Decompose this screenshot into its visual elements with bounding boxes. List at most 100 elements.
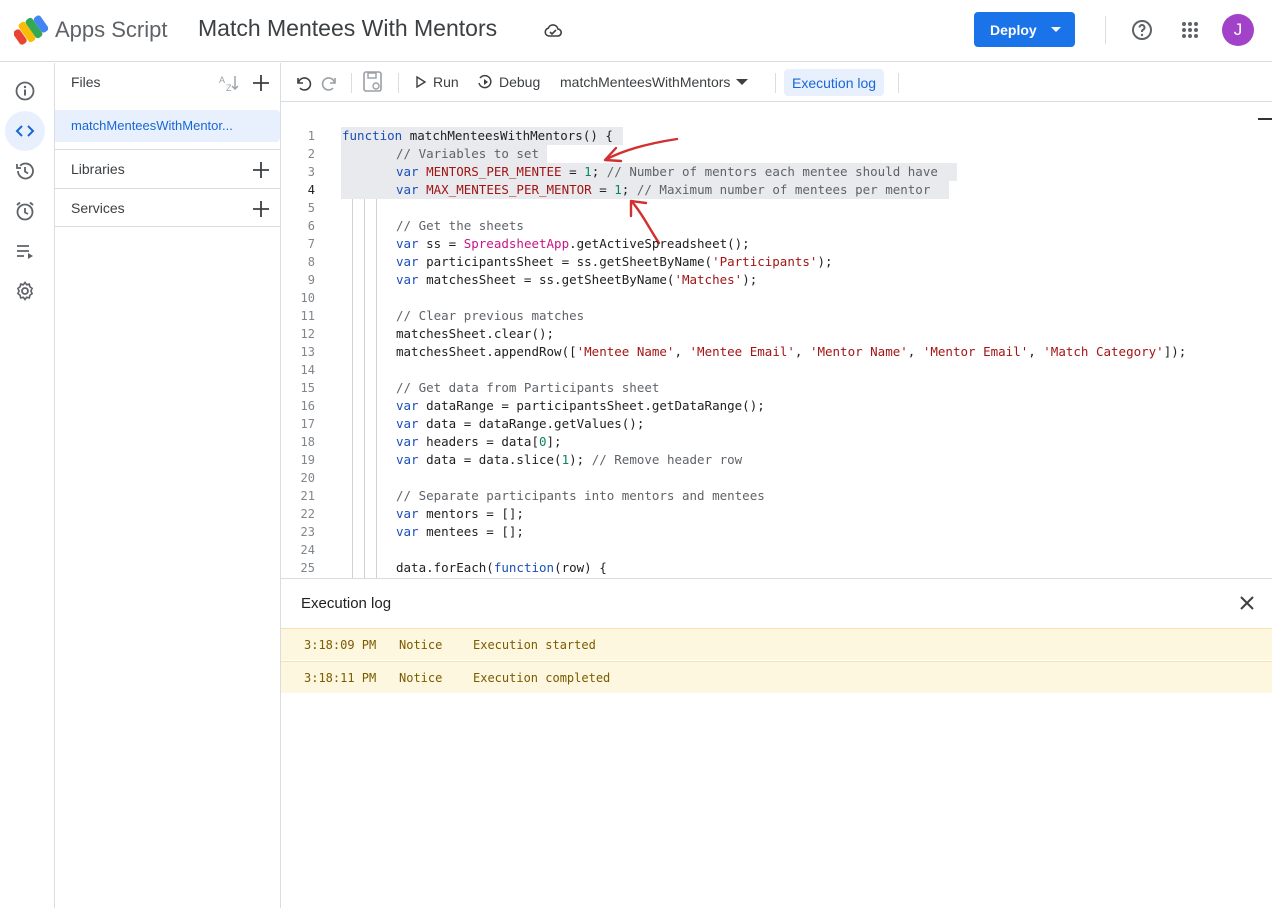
toolbar-divider	[775, 73, 776, 93]
undo-icon[interactable]	[293, 63, 313, 101]
code-text: var MAX_MENTEES_PER_MENTOR = 1; // Maxim…	[396, 182, 931, 197]
line-number: 22	[300, 507, 315, 521]
redo-icon[interactable]	[320, 63, 340, 101]
help-icon[interactable]	[1130, 18, 1154, 42]
code-line: 18 var headers = data[0];	[281, 433, 1272, 451]
code-text: // Get the sheets	[396, 218, 524, 233]
top-bar: Apps Script Match Mentees With Mentors D…	[0, 0, 1272, 62]
code-line: 25 data.forEach(function(row) {	[281, 559, 1272, 577]
execution-log-panel: Execution log 3:18:09 PM Notice Executio…	[281, 578, 1272, 908]
code-line: 22 var mentors = [];	[281, 505, 1272, 523]
code-text: function matchMenteesWithMentors() {	[342, 128, 613, 143]
alarm-icon	[16, 201, 34, 221]
google-apps-icon[interactable]	[1178, 18, 1202, 42]
function-select[interactable]: matchMenteesWithMentors	[560, 63, 749, 101]
line-number: 1	[307, 129, 315, 143]
info-icon	[15, 81, 35, 101]
run-button[interactable]: Run	[415, 63, 459, 101]
libraries-label: Libraries	[71, 161, 125, 177]
code-text: var data = dataRange.getValues();	[396, 416, 645, 431]
line-number: 3	[307, 165, 315, 179]
toolbar-divider	[398, 73, 399, 93]
code-text: // Get data from Participants sheet	[396, 380, 660, 395]
code-line: 24	[281, 541, 1272, 559]
line-number: 18	[300, 435, 315, 449]
app-name: Apps Script	[55, 17, 168, 42]
files-panel: Files A Z matchMenteesWithMentor... Libr…	[55, 63, 281, 908]
add-file-icon[interactable]	[251, 73, 271, 93]
code-text: var mentors = [];	[396, 506, 524, 521]
file-item-code[interactable]: matchMenteesWithMentor...	[55, 110, 280, 142]
toolbar-divider	[898, 73, 899, 93]
code-editor[interactable]: 1 function matchMenteesWithMentors() { 2 //…	[281, 103, 1272, 578]
executions-button[interactable]	[5, 231, 45, 271]
code-line: 23 var mentees = [];	[281, 523, 1272, 541]
code-line: 11 // Clear previous matches	[281, 307, 1272, 325]
code-line: 13 matchesSheet.appendRow(['Mentee Name',…	[281, 343, 1272, 361]
code-line: 7 var ss = SpreadsheetApp.getActiveSpread…	[281, 235, 1272, 253]
debug-button[interactable]: Debug	[477, 63, 540, 101]
code-line: 10	[281, 289, 1272, 307]
avatar[interactable]: J	[1222, 14, 1254, 46]
code-text: var matchesSheet = ss.getSheetByName('Ma…	[396, 272, 758, 287]
code-text: matchesSheet.appendRow(['Mentee Name', '…	[396, 344, 1187, 359]
code-line: 6 // Get the sheets	[281, 217, 1272, 235]
line-number: 13	[300, 345, 315, 359]
code-text: var mentees = [];	[396, 524, 524, 539]
code-line: 2 // Variables to set	[281, 145, 1272, 163]
code-line: 1 function matchMenteesWithMentors() {	[281, 127, 1272, 145]
code-text: var ss = SpreadsheetApp.getActiveSpreads…	[396, 236, 750, 251]
services-label: Services	[71, 200, 125, 216]
line-number: 15	[300, 381, 315, 395]
divider	[1105, 16, 1106, 44]
log-level: Notice	[399, 638, 443, 652]
add-library-icon[interactable]	[251, 160, 271, 180]
code-text: var dataRange = participantsSheet.getDat…	[396, 398, 765, 413]
save-icon[interactable]	[362, 63, 384, 101]
code-line: 15 // Get data from Participants sheet	[281, 379, 1272, 397]
close-icon[interactable]	[1238, 594, 1256, 612]
deploy-button[interactable]: Deploy	[974, 12, 1075, 47]
line-number: 24	[300, 543, 315, 557]
code-text: var headers = data[0];	[396, 434, 562, 449]
file-name: matchMenteesWithMentor...	[71, 118, 233, 133]
line-number: 23	[300, 525, 315, 539]
line-number: 16	[300, 399, 315, 413]
log-row: 3:18:11 PM Notice Execution completed	[281, 661, 1272, 693]
line-number: 10	[300, 291, 315, 305]
files-title: Files	[71, 74, 101, 90]
code-line: 16 var dataRange = participantsSheet.getD…	[281, 397, 1272, 415]
project-settings-button[interactable]	[5, 271, 45, 311]
execution-log-button[interactable]: Execution log	[784, 69, 885, 96]
add-service-icon[interactable]	[251, 199, 271, 219]
apps-script-logo-icon[interactable]	[14, 15, 48, 45]
code-line: 17 var data = dataRange.getValues();	[281, 415, 1272, 433]
line-number: 19	[300, 453, 315, 467]
settings-icon	[16, 281, 34, 301]
editor-button[interactable]	[5, 111, 45, 151]
sort-az-icon[interactable]: A Z	[218, 73, 240, 93]
files-header: Files A Z	[55, 63, 280, 103]
code-line: 19 var data = data.slice(1); // Remove he…	[281, 451, 1272, 469]
log-message: Execution completed	[473, 671, 611, 685]
code-line: 20	[281, 469, 1272, 487]
project-history-button[interactable]	[5, 151, 45, 191]
log-row: 3:18:09 PM Notice Execution started	[281, 628, 1272, 660]
line-number: 17	[300, 417, 315, 431]
line-number: 25	[300, 561, 315, 575]
overview-button[interactable]	[5, 71, 45, 111]
debug-icon	[478, 74, 492, 89]
deploy-label: Deploy	[990, 21, 1037, 38]
line-number: 14	[300, 363, 315, 377]
code-text: var data = data.slice(1); // Remove head…	[396, 452, 743, 467]
function-select-value: matchMenteesWithMentors	[560, 74, 731, 90]
project-title[interactable]: Match Mentees With Mentors	[198, 15, 497, 42]
line-number: 7	[307, 237, 315, 251]
code-icon	[15, 125, 35, 137]
code-line: 21 // Separate participants into mentors …	[281, 487, 1272, 505]
triggers-button[interactable]	[5, 191, 45, 231]
svg-text:A: A	[219, 75, 225, 85]
executions-icon	[17, 245, 33, 259]
code-line: 3 var MENTORS_PER_MENTEE = 1; // Number o…	[281, 163, 1272, 181]
line-number: 5	[307, 201, 315, 215]
